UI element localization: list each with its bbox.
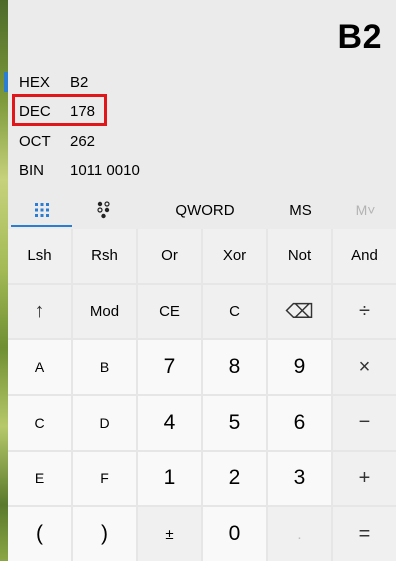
digit-8-button[interactable]: 8 [203, 340, 266, 394]
radix-hex-value: B2 [70, 73, 89, 91]
radix-hex-row[interactable]: HEX B2 [4, 68, 396, 96]
hex-b-button[interactable]: B [73, 340, 136, 394]
memory-view-button[interactable]: M˅ [338, 193, 393, 227]
shift-up-button[interactable]: ↑ [8, 284, 71, 339]
negate-button[interactable]: ± [138, 507, 201, 561]
full-keypad-tab[interactable] [11, 193, 72, 227]
digit-2-button[interactable]: 2 [203, 451, 266, 506]
word-size-button[interactable]: QWORD [158, 193, 252, 227]
add-button[interactable]: + [333, 451, 396, 506]
digit-5-button[interactable]: 5 [203, 396, 266, 450]
keypad: Lsh Rsh Or Xor Not And ↑ Mod CE C ⌫ ÷ A … [8, 229, 396, 561]
hex-e-button[interactable]: E [8, 451, 71, 506]
not-button[interactable]: Not [268, 229, 331, 283]
digit-7-button[interactable]: 7 [138, 340, 201, 394]
lsh-button[interactable]: Lsh [8, 229, 71, 283]
divide-button[interactable]: ÷ [333, 284, 396, 339]
hex-f-button[interactable]: F [73, 451, 136, 506]
radix-oct-value: 262 [70, 132, 96, 150]
calculator-window: B2 HEX B2 DEC 178 OCT 262 BIN 1011 0010 [4, 0, 396, 561]
digit-6-button[interactable]: 6 [268, 396, 331, 450]
clear-entry-button[interactable]: CE [138, 284, 201, 339]
digit-0-button[interactable]: 0 [203, 507, 266, 561]
mod-button[interactable]: Mod [73, 284, 136, 339]
digit-1-button[interactable]: 1 [138, 451, 201, 506]
radix-bin-row[interactable]: BIN 1011 0010 [8, 156, 396, 184]
radix-oct-row[interactable]: OCT 262 [8, 127, 396, 155]
digit-3-button[interactable]: 3 [268, 451, 331, 506]
active-tab-underline [11, 225, 72, 227]
backspace-button[interactable]: ⌫ [268, 284, 331, 339]
dec-highlight-box [12, 94, 107, 126]
bit-toggle-icon [97, 201, 110, 219]
rsh-button[interactable]: Rsh [73, 229, 136, 283]
hex-d-button[interactable]: D [73, 396, 136, 450]
result-display: B2 [337, 18, 382, 56]
or-button[interactable]: Or [138, 229, 201, 283]
digit-9-button[interactable]: 9 [268, 340, 331, 394]
subtract-button[interactable]: − [333, 396, 396, 450]
open-paren-button[interactable]: ( [8, 507, 71, 561]
hex-c-button[interactable]: C [8, 396, 71, 450]
bit-toggling-tab[interactable] [74, 193, 134, 227]
keypad-icon [34, 203, 49, 217]
decimal-button[interactable]: . [268, 507, 331, 561]
radix-bin-value: 1011 0010 [70, 161, 140, 179]
close-paren-button[interactable]: ) [73, 507, 136, 561]
and-button[interactable]: And [333, 229, 396, 283]
active-radix-marker [4, 72, 8, 92]
hex-a-button[interactable]: A [8, 340, 71, 394]
multiply-button[interactable]: × [333, 340, 396, 394]
mode-bar: QWORD MS M˅ [8, 193, 396, 227]
digit-4-button[interactable]: 4 [138, 396, 201, 450]
memory-store-button[interactable]: MS [273, 193, 328, 227]
radix-hex-label: HEX [19, 73, 50, 91]
clear-button[interactable]: C [203, 284, 266, 339]
radix-bin-label: BIN [19, 161, 45, 179]
xor-button[interactable]: Xor [203, 229, 266, 283]
equals-button[interactable]: = [333, 507, 396, 561]
radix-oct-label: OCT [19, 132, 51, 150]
